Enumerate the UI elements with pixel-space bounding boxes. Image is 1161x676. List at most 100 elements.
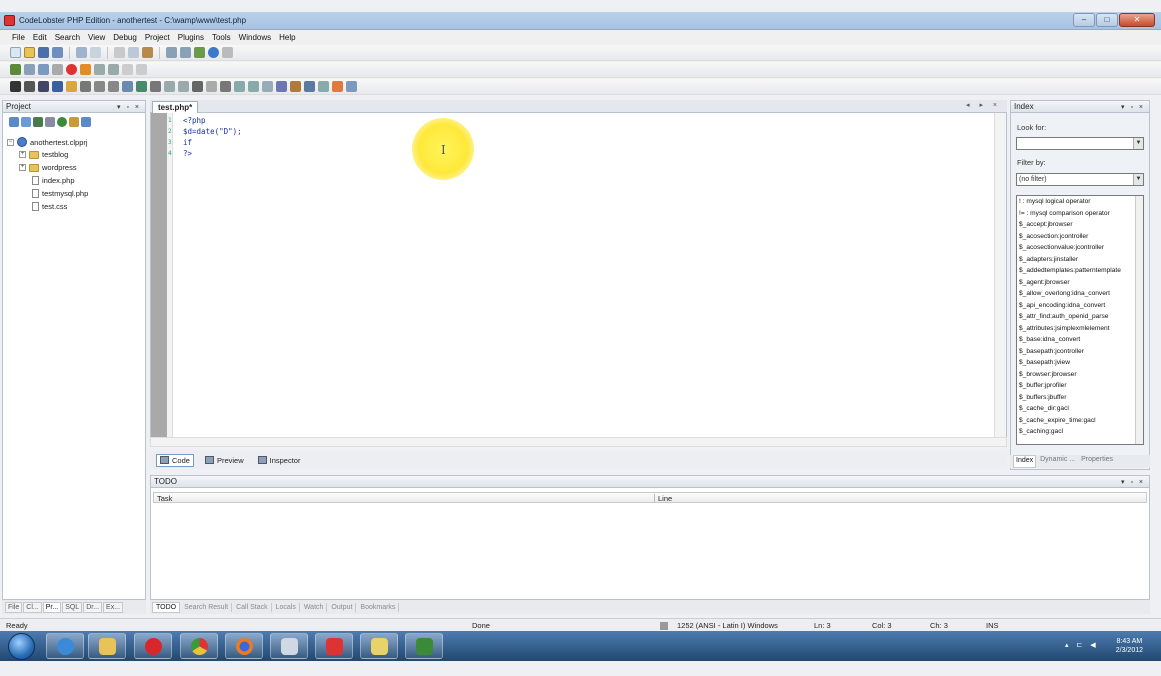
list-item[interactable]: $_basepath:jcontroller [1017, 346, 1135, 358]
hr-icon[interactable] [150, 81, 161, 92]
tab-bookmarks[interactable]: Bookmarks [357, 602, 400, 612]
column-task[interactable]: Task [157, 494, 172, 503]
find-icon[interactable] [166, 47, 177, 58]
taskbar-opera[interactable] [134, 633, 172, 659]
pause-icon[interactable] [52, 64, 63, 75]
frame-icon[interactable] [304, 81, 315, 92]
panel-pin-icon[interactable]: ▾ ▫ × [117, 102, 141, 113]
menu-help[interactable]: Help [279, 33, 295, 42]
list-item[interactable]: $_addedtemplates:patterntemplate [1017, 265, 1135, 277]
italic-icon[interactable] [24, 81, 35, 92]
list-item[interactable]: != : mysql comparison operator [1017, 208, 1135, 220]
list-icon[interactable] [234, 81, 245, 92]
menu-project[interactable]: Project [145, 33, 170, 42]
windows-start-icon[interactable] [8, 633, 35, 660]
taskbar-files[interactable] [360, 633, 398, 659]
media-icon[interactable] [318, 81, 329, 92]
list-item[interactable]: $_caching:gacl [1017, 426, 1135, 438]
panel-pin-icon[interactable]: ▾ ▫ × [1121, 102, 1145, 113]
tab-locals[interactable]: Locals [273, 602, 300, 612]
paste-icon[interactable] [142, 47, 153, 58]
menu-view[interactable]: View [88, 33, 105, 42]
tab-search-result[interactable]: Search Result [181, 602, 233, 612]
tree-item-project[interactable]: − anothertest.clpprj [7, 137, 88, 147]
tab-code[interactable]: Code [156, 453, 194, 467]
replace-icon[interactable] [180, 47, 191, 58]
step-out-icon[interactable] [108, 64, 119, 75]
save-all-icon[interactable] [52, 47, 63, 58]
expand-icon[interactable]: + [19, 164, 26, 171]
list-item[interactable]: $_browser:jbrowser [1017, 369, 1135, 381]
index-list-scrollbar[interactable] [1135, 196, 1143, 444]
checkbox-icon[interactable] [206, 81, 217, 92]
list-item[interactable]: $_base:idna_convert [1017, 334, 1135, 346]
collapse-icon[interactable]: − [7, 138, 14, 146]
refresh-icon[interactable] [9, 117, 19, 127]
save-icon[interactable] [38, 47, 49, 58]
chevron-down-icon[interactable]: ▼ [1133, 138, 1143, 149]
tab-scroll-close-icon[interactable]: ◂ ▸ × [966, 101, 1001, 109]
tree-item-testblog[interactable]: + testblog [19, 150, 68, 159]
highlight-icon[interactable] [66, 81, 77, 92]
taskbar-explorer[interactable] [88, 633, 126, 659]
tab-test-php[interactable]: test.php* [152, 101, 199, 113]
menu-plugins[interactable]: Plugins [178, 33, 204, 42]
window-icon[interactable] [136, 64, 147, 75]
editor-vertical-scrollbar[interactable] [994, 113, 1006, 445]
new-file-icon[interactable] [10, 47, 21, 58]
list-item[interactable]: $_cache_dir:gacl [1017, 403, 1135, 415]
tab-class[interactable]: Cl... [23, 601, 42, 613]
list-item[interactable]: $_allow_overlong:idna_convert [1017, 288, 1135, 300]
code-line[interactable]: if [183, 138, 192, 147]
sync-icon[interactable] [81, 117, 91, 127]
ftp-icon[interactable] [69, 117, 79, 127]
open-folder-icon[interactable] [24, 47, 35, 58]
taskbar-editor[interactable] [270, 633, 308, 659]
tree-item-testmysql-php[interactable]: testmysql.php [32, 189, 88, 198]
div-icon[interactable] [276, 81, 287, 92]
tab-properties[interactable]: Properties [1079, 455, 1115, 468]
menu-file[interactable]: File [12, 33, 25, 42]
step-into-icon[interactable] [38, 64, 49, 75]
minimize-icon[interactable]: – [1073, 13, 1095, 27]
select-icon[interactable] [248, 81, 259, 92]
tab-output[interactable]: Output [328, 602, 357, 612]
list-item[interactable]: $_adapters:jinstaller [1017, 254, 1135, 266]
index-list[interactable]: ! : mysql logical operator != : mysql co… [1016, 195, 1144, 445]
menu-debug[interactable]: Debug [113, 33, 137, 42]
undo-icon[interactable] [76, 47, 87, 58]
image-icon[interactable] [122, 81, 133, 92]
taskbar-codelobster[interactable] [315, 633, 353, 659]
goto-icon[interactable] [194, 47, 205, 58]
clock[interactable]: 8:43 AM 2/3/2012 [1116, 637, 1143, 655]
list-item[interactable]: ! : mysql logical operator [1017, 196, 1135, 208]
paragraph-icon[interactable] [108, 81, 119, 92]
redo-icon[interactable] [90, 47, 101, 58]
step-icon[interactable] [24, 64, 35, 75]
button-icon[interactable] [262, 81, 273, 92]
browser-icon[interactable] [208, 47, 219, 58]
code-editor[interactable]: 1 2 3 4 <?php $d=date("D"); if ?> [150, 113, 1007, 445]
tree-item-wordpress[interactable]: + wordpress [19, 163, 77, 172]
list-item[interactable]: $_basepath:jview [1017, 357, 1135, 369]
list-item[interactable]: $_acosectionvalue:jcontroller [1017, 242, 1135, 254]
underline-icon[interactable] [38, 81, 49, 92]
text-field-icon[interactable] [220, 81, 231, 92]
pause-debug-icon[interactable] [122, 64, 133, 75]
list-item[interactable]: $_buffers:jbuffer [1017, 392, 1135, 404]
list-item[interactable]: $_attr_find:auth_openid_parse [1017, 311, 1135, 323]
superscript-icon[interactable] [94, 81, 105, 92]
list-item[interactable]: $_acosection:jcontroller [1017, 231, 1135, 243]
taskbar-firefox[interactable] [225, 633, 263, 659]
script-icon[interactable] [290, 81, 301, 92]
panel-pin-icon[interactable]: ▾ ▫ × [1121, 477, 1145, 488]
new-project-icon[interactable] [21, 117, 31, 127]
properties-icon[interactable] [45, 117, 55, 127]
menu-edit[interactable]: Edit [33, 33, 47, 42]
settings-icon[interactable] [222, 47, 233, 58]
breakpoint-icon[interactable] [66, 64, 77, 75]
list-item[interactable]: $_agent:jbrowser [1017, 277, 1135, 289]
font-color-icon[interactable] [52, 81, 63, 92]
taskbar-media[interactable] [405, 633, 443, 659]
run-icon[interactable] [10, 64, 21, 75]
